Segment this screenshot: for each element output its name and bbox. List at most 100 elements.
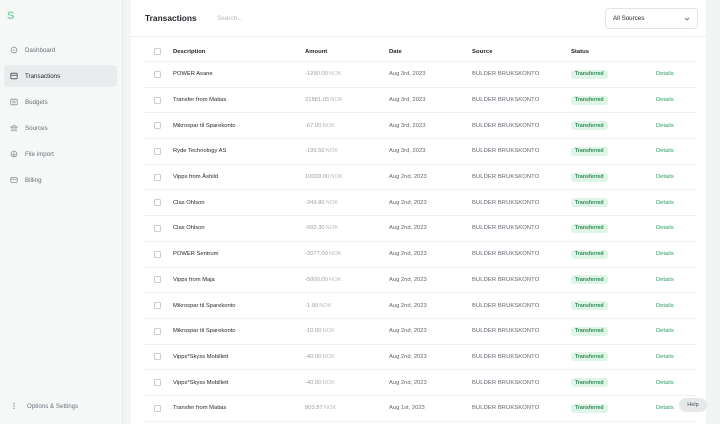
table-row[interactable]: Mikrospar til Sparekonto -1.00NOK Aug 2nd,…	[145, 293, 696, 319]
row-checkbox[interactable]	[154, 276, 161, 284]
row-amount-value: 21881.05	[305, 97, 330, 104]
row-source: BULDER BRUKSKONTO	[472, 328, 540, 335]
page-header: Transactions All Sources	[131, 0, 706, 37]
row-source: BULDER BRUKSKONTO	[472, 71, 540, 78]
table-row[interactable]: Vipps from Åshild 10000.00NOK Aug 2nd, 202…	[145, 165, 696, 191]
details-link[interactable]: Details	[656, 405, 674, 411]
sidebar-item-sources[interactable]: Sources	[4, 117, 117, 139]
details-link[interactable]: Details	[656, 225, 674, 231]
row-source: BULDER BRUKSKONTO	[472, 199, 540, 206]
details-link[interactable]: Details	[656, 277, 674, 283]
options-settings-button[interactable]: Options & Settings	[10, 402, 78, 410]
row-source: BULDER BRUKSKONTO	[472, 122, 540, 129]
sidebar-item-budgets[interactable]: Budgets	[4, 91, 117, 113]
row-source: BULDER BRUKSKONTO	[472, 97, 540, 104]
column-header-source[interactable]: Source	[472, 49, 571, 55]
select-all-checkbox[interactable]	[154, 48, 161, 55]
row-checkbox[interactable]	[154, 250, 161, 258]
status-badge: Transferred	[571, 275, 608, 285]
table-row[interactable]: POWER Asane -1290.00NOK Aug 3rd, 2023 BULDE…	[145, 62, 696, 88]
details-link[interactable]: Details	[656, 71, 674, 77]
sidebar-item-label: Dashboard	[25, 46, 56, 54]
status-badge: Transferred	[571, 121, 608, 131]
row-checkbox[interactable]	[154, 70, 161, 78]
sidebar-item-billing[interactable]: Billing	[4, 169, 117, 191]
row-status: Transferred	[571, 223, 656, 233]
row-status: Transferred	[571, 275, 656, 285]
sidebar-item-label: Transactions	[25, 72, 61, 80]
column-header-status[interactable]: Status	[571, 49, 656, 55]
details-link[interactable]: Details	[656, 251, 674, 257]
main-panel: Transactions All Sources Description Amo…	[131, 0, 706, 424]
row-checkbox[interactable]	[154, 199, 161, 207]
row-checkbox[interactable]	[154, 147, 161, 155]
row-checkbox[interactable]	[154, 96, 161, 104]
row-checkbox[interactable]	[154, 173, 161, 181]
details-link[interactable]: Details	[656, 354, 674, 360]
row-actions: Details	[656, 174, 696, 180]
sidebar-item-dashboard[interactable]: Dashboard	[4, 39, 117, 61]
status-badge: Transferred	[571, 301, 608, 311]
row-date: Aug 2nd, 2023	[389, 353, 427, 360]
row-actions: Details	[656, 123, 696, 129]
settings-label: Options & Settings	[27, 402, 79, 410]
scrollbar[interactable]	[712, 0, 720, 424]
row-checkbox[interactable]	[154, 404, 161, 412]
row-amount: -349.80NOK	[305, 200, 389, 206]
row-date: Aug 3rd, 2023	[389, 122, 426, 129]
details-link[interactable]: Details	[656, 303, 674, 309]
row-amount: -10.00NOK	[305, 328, 389, 334]
row-source: BULDER BRUKSKONTO	[472, 251, 540, 258]
table-row[interactable]: Clas Ohlson -349.80NOK Aug 2nd, 2023 BULDER…	[145, 190, 696, 217]
row-amount: -67.00NOK	[305, 123, 389, 129]
row-status: Transferred	[571, 95, 656, 105]
row-checkbox[interactable]	[154, 122, 161, 130]
table-row[interactable]: Vipps*Skyss Mobillett -40.00NOK Aug 2nd, 2…	[145, 370, 696, 396]
row-amount-value: -992.30	[305, 225, 325, 232]
details-link[interactable]: Details	[656, 200, 674, 206]
details-link[interactable]: Details	[656, 97, 674, 103]
details-link[interactable]: Details	[656, 148, 674, 154]
table-row[interactable]: Ryde Technology AS -199.50NOK Aug 3rd, 202…	[145, 139, 696, 165]
source-select[interactable]: All Sources	[605, 8, 698, 29]
row-checkbox[interactable]	[154, 224, 161, 232]
help-button[interactable]: Help	[679, 398, 707, 412]
search-input[interactable]	[217, 11, 397, 26]
row-status: Transferred	[571, 301, 656, 311]
details-link[interactable]: Details	[656, 328, 674, 334]
table-row[interactable]: Transfer from Matias 21881.05NOK Aug 3rd, …	[145, 88, 696, 114]
sidebar-nav: Dashboard Transactions Budgets Sources F…	[4, 39, 117, 195]
table-row[interactable]: Vipps*Skyss Mobillett -40.00NOK Aug 2nd, 2…	[145, 345, 696, 371]
transactions-table: Description Amount Date Source Status PO…	[145, 42, 696, 422]
column-header-description[interactable]: Description	[173, 49, 305, 55]
row-description: POWER Sentrum	[173, 251, 219, 258]
sidebar-item-file-import[interactable]: File import	[4, 143, 117, 165]
details-link[interactable]: Details	[656, 174, 674, 180]
row-checkbox[interactable]	[154, 379, 161, 387]
table-row[interactable]: Transfer from Matias 803.87NOK Aug 1st, 20…	[145, 396, 696, 422]
column-header-amount[interactable]: Amount	[305, 49, 389, 55]
table-row[interactable]: Mikrospar til Sparekonto -10.00NOK Aug 2nd…	[145, 319, 696, 345]
sidebar-item-label: Sources	[25, 124, 48, 132]
row-date: Aug 2nd, 2023	[389, 379, 427, 386]
row-status: Transferred	[571, 352, 656, 362]
row-date: Aug 2nd, 2023	[389, 251, 427, 258]
table-row[interactable]: Mikrospar til Sparekonto -67.00NOK Aug 3rd…	[145, 113, 696, 140]
row-amount-value: 803.87	[305, 405, 323, 412]
table-row[interactable]: POWER Sentrum -2077.00NOK Aug 2nd, 2023 BUL…	[145, 242, 696, 268]
row-actions: Details	[656, 148, 696, 154]
table-row[interactable]: Clas Ohlson -992.30NOK Aug 2nd, 2023 BULDER…	[145, 216, 696, 242]
row-checkbox[interactable]	[154, 302, 161, 310]
row-amount-value: 10000.00	[305, 174, 330, 181]
row-amount-value: -5000.00	[305, 276, 328, 283]
column-header-date[interactable]: Date	[389, 49, 472, 55]
details-link[interactable]: Details	[656, 123, 674, 129]
row-checkbox[interactable]	[154, 353, 161, 361]
row-description: Clas Ohlson	[173, 199, 205, 206]
card-icon	[10, 72, 18, 80]
details-link[interactable]: Details	[656, 380, 674, 386]
app-logo[interactable]: S	[7, 10, 19, 22]
row-checkbox[interactable]	[154, 327, 161, 335]
table-row[interactable]: Vipps from Maja -5000.00NOK Aug 2nd, 2023 B…	[145, 268, 696, 294]
sidebar-item-transactions[interactable]: Transactions	[4, 65, 117, 87]
